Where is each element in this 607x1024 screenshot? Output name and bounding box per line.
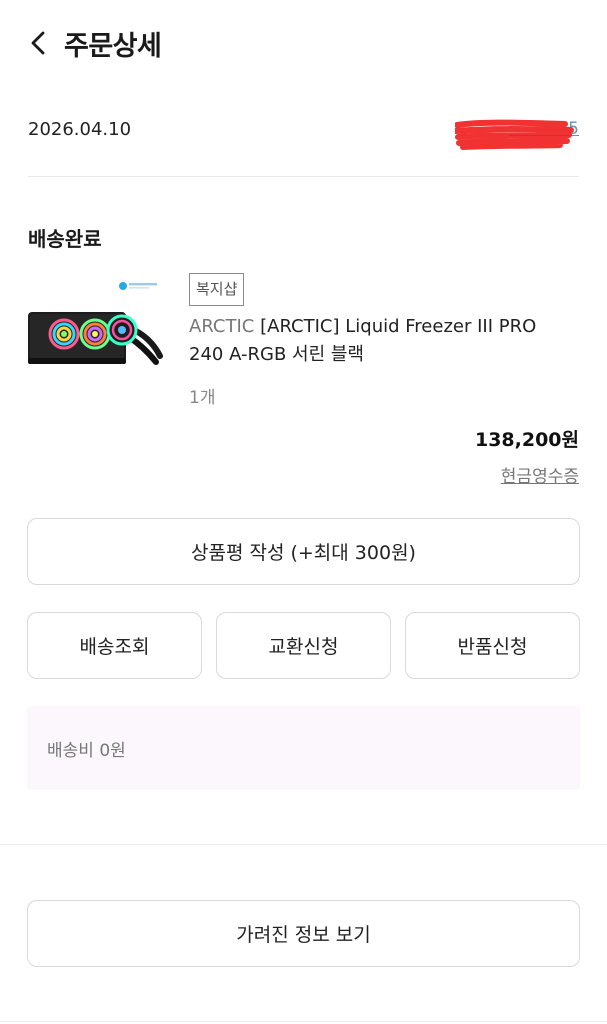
divider xyxy=(0,1021,607,1022)
product-name[interactable]: ARCTIC [ARCTIC] Liquid Freezer III PRO 2… xyxy=(189,313,569,369)
request-exchange-button[interactable]: 교환신청 xyxy=(216,612,391,679)
product-brand: ARCTIC xyxy=(189,316,255,337)
shipping-fee: 배송비 0원 xyxy=(47,741,126,761)
show-hidden-info-button[interactable]: 가려진 정보 보기 xyxy=(27,900,580,967)
divider xyxy=(0,844,607,845)
delivery-status: 배송완료 xyxy=(28,227,102,251)
track-delivery-button[interactable]: 배송조회 xyxy=(27,612,202,679)
divider xyxy=(28,176,579,177)
cash-receipt-link[interactable]: 현금영수증 xyxy=(501,462,579,487)
order-number[interactable]: 5 xyxy=(455,117,579,150)
product-quantity: 1개 xyxy=(189,388,216,408)
request-return-button[interactable]: 반품신청 xyxy=(405,612,580,679)
product-image[interactable] xyxy=(26,272,164,376)
page-title: 주문상세 xyxy=(64,31,162,62)
order-date: 2026.04.10 xyxy=(28,119,132,140)
product-price: 138,200원 xyxy=(474,429,579,451)
header: 주문상세 xyxy=(0,0,607,88)
chevron-left-icon xyxy=(31,31,45,55)
shop-badge: 복지샵 xyxy=(189,273,245,306)
redaction-scribble xyxy=(455,119,574,150)
order-detail-page: 주문상세 2026.04.10 5 배송완료 복지샵 ARCTIC [ARCTI… xyxy=(0,0,607,1024)
write-review-button[interactable]: 상품평 작성 (+최대 300원) xyxy=(27,518,580,585)
back-button[interactable] xyxy=(22,26,56,60)
shipping-fee-box: 배송비 0원 xyxy=(27,706,580,790)
